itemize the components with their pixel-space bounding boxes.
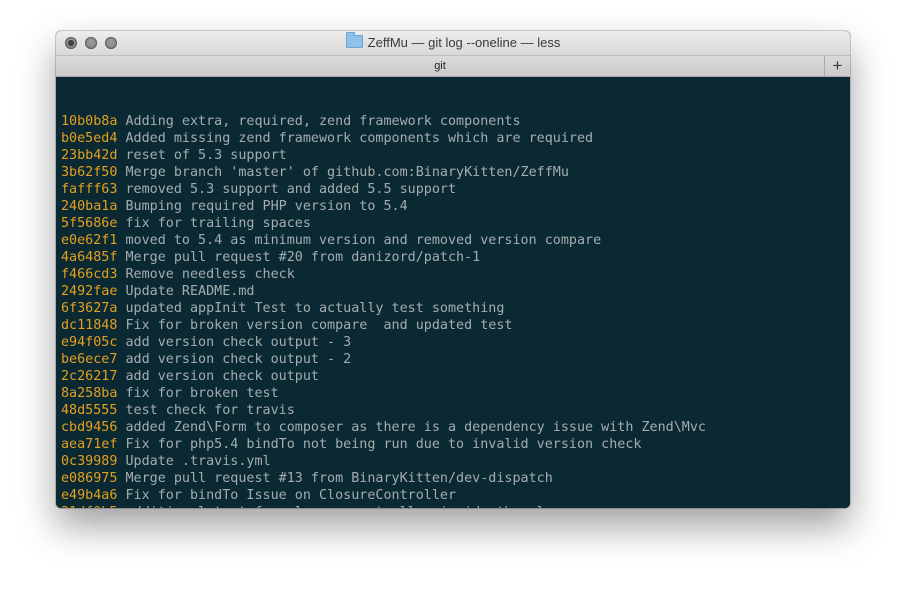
log-line: 10b0b8a Adding extra, required, zend fra… [61,113,850,130]
commit-hash: e086975 [61,471,118,486]
commit-hash: fafff63 [61,182,118,197]
commit-hash: 8a258ba [61,386,118,401]
log-line: 240ba1a Bumping required PHP version to … [61,198,850,215]
commit-message: test check for travis [125,403,295,418]
commit-message: Update .travis.yml [125,454,271,469]
commit-message: Added missing zend framework components … [125,131,594,146]
commit-message: Fix for php5.4 bindTo not being run due … [125,437,642,452]
tab-git[interactable]: git [56,56,824,76]
log-line: 23bb42d reset of 5.3 support [61,147,850,164]
window-title: ZeffMu — git log --oneline — less [367,35,561,50]
commit-hash: 2c26217 [61,369,118,384]
commit-hash: e0e62f1 [61,233,118,248]
commit-message: Fix for broken version compare and updat… [125,318,513,333]
commit-message: Fix for bindTo Issue on ClosureControlle… [125,488,457,503]
log-line: e94f05c add version check output - 3 [61,334,850,351]
commit-hash: 10b0b8a [61,114,118,129]
log-line: 5f5686e fix for trailing spaces [61,215,850,232]
commit-message: add version check output - 3 [125,335,352,350]
log-line: cbd9456 added Zend\Form to composer as t… [61,419,850,436]
commit-hash: e94f05c [61,335,118,350]
log-line: be6ece7 add version check output - 2 [61,351,850,368]
commit-hash: 0c39989 [61,454,118,469]
log-line: f466cd3 Remove needless check [61,266,850,283]
commit-message: moved to 5.4 as minimum version and remo… [125,233,602,248]
commit-hash: be6ece7 [61,352,118,367]
log-line: 31df0b5 additional test for closure cont… [61,504,850,508]
log-line: 2c26217 add version check output [61,368,850,385]
log-line: e49b4a6 Fix for bindTo Issue on ClosureC… [61,487,850,504]
log-line: 2492fae Update README.md [61,283,850,300]
new-tab-button[interactable]: + [824,56,850,76]
commit-hash: aea71ef [61,437,118,452]
commit-message: add version check output - 2 [125,352,352,367]
commit-hash: 23bb42d [61,148,118,163]
commit-hash: b0e5ed4 [61,131,118,146]
commit-hash: 240ba1a [61,199,118,214]
commit-message: fix for trailing spaces [125,216,311,231]
log-line: 4a6485f Merge pull request #20 from dani… [61,249,850,266]
commit-message: added Zend\Form to composer as there is … [125,420,706,435]
commit-message: Adding extra, required, zend framework c… [125,114,521,129]
commit-hash: 31df0b5 [61,505,117,508]
commit-hash: 6f3627a [61,301,118,316]
commit-hash: f466cd3 [61,267,118,282]
log-line: 3b62f50 Merge branch 'master' of github.… [61,164,850,181]
git-log-list: 10b0b8a Adding extra, required, zend fra… [61,113,850,508]
commit-message: removed 5.3 support and added 5.5 suppor… [125,182,457,197]
log-line: e0e62f1 moved to 5.4 as minimum version … [61,232,850,249]
log-line: fafff63 removed 5.3 support and added 5.… [61,181,850,198]
title-bar[interactable]: ZeffMu — git log --oneline — less [56,31,850,55]
commit-message: Update README.md [125,284,255,299]
commit-message: updated appInit Test to actually test so… [125,301,505,316]
folder-icon [345,32,363,48]
commit-message: Merge pull request #13 from BinaryKitten… [125,471,553,486]
log-line: dc11848 Fix for broken version compare a… [61,317,850,334]
commit-hash: e49b4a6 [61,488,118,503]
commit-hash: dc11848 [61,318,118,333]
commit-hash: 2492fae [61,284,118,299]
log-line: 48d5555 test check for travis [61,402,850,419]
commit-message: additional test for closure controller i… [126,505,586,508]
log-line: e086975 Merge pull request #13 from Bina… [61,470,850,487]
commit-message: Merge branch 'master' of github.com:Bina… [125,165,569,180]
commit-message: Bumping required PHP version to 5.4 [125,199,408,214]
terminal-output[interactable]: 10b0b8a Adding extra, required, zend fra… [56,77,850,508]
commit-message: Merge pull request #20 from danizord/pat… [125,250,481,265]
commit-message: Remove needless check [125,267,295,282]
commit-hash: 48d5555 [61,403,118,418]
tab-bar: git + [56,55,850,77]
log-line: aea71ef Fix for php5.4 bindTo not being … [61,436,850,453]
commit-hash: 3b62f50 [61,165,118,180]
commit-hash: cbd9456 [61,420,118,435]
log-line: 0c39989 Update .travis.yml [61,453,850,470]
commit-hash: 5f5686e [61,216,118,231]
window-title-group: ZeffMu — git log --oneline — less [56,32,850,50]
log-line: 6f3627a updated appInit Test to actually… [61,300,850,317]
terminal-window: ZeffMu — git log --oneline — less git + … [56,31,850,508]
tab-label: git [434,60,446,72]
commit-hash: 4a6485f [61,250,118,265]
commit-message: reset of 5.3 support [125,148,287,163]
commit-message: add version check output [125,369,319,384]
log-line: 8a258ba fix for broken test [61,385,850,402]
commit-message: fix for broken test [125,386,279,401]
log-line: b0e5ed4 Added missing zend framework com… [61,130,850,147]
